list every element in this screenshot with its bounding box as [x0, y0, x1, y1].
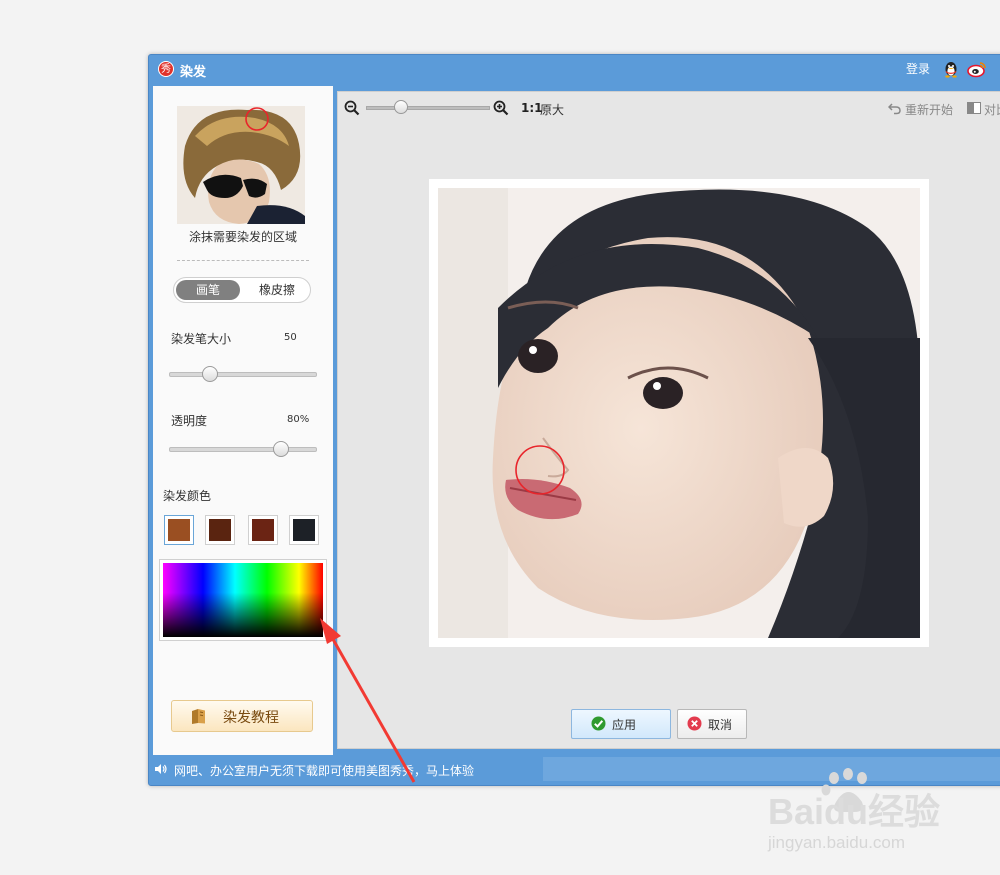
eraser-tab[interactable]: 橡皮擦: [246, 280, 308, 300]
opacity-label: 透明度: [171, 414, 208, 428]
title-bar: 秀 染发 登录: [149, 55, 1000, 83]
swatch-fill: [252, 519, 274, 541]
baidu-jingyan-watermark: Baidu经验 jingyan.baidu.com: [767, 768, 940, 852]
zoom-slider-thumb[interactable]: [393, 100, 408, 114]
swatch-fill: [209, 519, 231, 541]
brush-size-label: 染发笔大小: [171, 332, 232, 346]
cancel-label: 取消: [708, 718, 733, 732]
cancel-button[interactable]: 取消: [677, 709, 747, 739]
compare-icon[interactable]: [967, 102, 981, 114]
compare-button[interactable]: 对比: [984, 101, 1000, 118]
window-title: 染发: [180, 65, 207, 80]
brush-tab[interactable]: 画笔: [176, 280, 240, 300]
restart-button[interactable]: 重新开始: [905, 101, 953, 118]
login-link[interactable]: 登录: [906, 60, 930, 77]
actual-size-button[interactable]: 原大: [540, 101, 564, 118]
color-swatch-3[interactable]: [248, 515, 278, 545]
tutorial-button[interactable]: 染发教程: [171, 700, 313, 732]
color-swatch-2[interactable]: [205, 515, 235, 545]
hair-color-label: 染发颜色: [163, 489, 212, 503]
zoom-in-icon[interactable]: [493, 100, 509, 116]
promo-message[interactable]: 网吧、办公室用户无须下载即可使用美图秀秀，马上体验: [174, 762, 474, 779]
opacity-value: 80%: [287, 414, 310, 425]
brush-size-value: 50: [284, 332, 297, 343]
opacity-slider-thumb[interactable]: [273, 441, 289, 457]
dye-hair-window: 秀 染发 登录 涂抹需要染发的区域 画笔 橡皮擦 染发笔大小 50 透明度 80…: [148, 54, 1000, 786]
color-swatch-1[interactable]: [164, 515, 194, 545]
check-icon: [591, 716, 606, 731]
color-swatch-4[interactable]: [289, 515, 319, 545]
editor-canvas-area: 1:1 原大 重新开始 对比: [337, 91, 1000, 749]
close-icon: [687, 716, 702, 731]
apply-label: 应用: [612, 718, 637, 732]
edited-photo[interactable]: [438, 188, 920, 638]
app-logo-icon: 秀: [158, 61, 174, 77]
brush-size-slider-thumb[interactable]: [201, 366, 218, 382]
color-palette[interactable]: [163, 563, 323, 637]
tool-panel: 涂抹需要染发的区域 画笔 橡皮擦 染发笔大小 50 透明度 80% 染发颜色 染…: [153, 86, 333, 755]
tutorial-label: 染发教程: [223, 710, 279, 726]
photo-frame: [429, 179, 929, 647]
qq-penguin-icon[interactable]: [942, 60, 960, 78]
weibo-icon[interactable]: [967, 60, 987, 78]
apply-button[interactable]: 应用: [571, 709, 671, 739]
swatch-fill: [168, 519, 190, 541]
opacity-slider-track[interactable]: [169, 447, 317, 452]
undo-arrow-icon[interactable]: [888, 101, 902, 115]
swatch-fill: [293, 519, 315, 541]
book-icon: [192, 709, 205, 724]
zoom-slider-track[interactable]: [366, 106, 490, 110]
tool-toggle: 画笔 橡皮擦: [173, 277, 311, 303]
sample-hint: 涂抹需要染发的区域: [188, 230, 297, 244]
canvas-toolbar: 1:1 原大 重新开始 对比: [338, 92, 1000, 126]
divider: [177, 260, 309, 261]
speaker-icon: [155, 764, 167, 774]
watermark-url: jingyan.baidu.com: [767, 833, 905, 852]
brush-size-slider-track[interactable]: [169, 372, 317, 377]
sample-hair-image: [177, 106, 305, 224]
zoom-out-icon[interactable]: [344, 100, 360, 116]
color-palette-frame: [159, 559, 327, 641]
watermark-brand: Baidu经验: [768, 791, 940, 832]
